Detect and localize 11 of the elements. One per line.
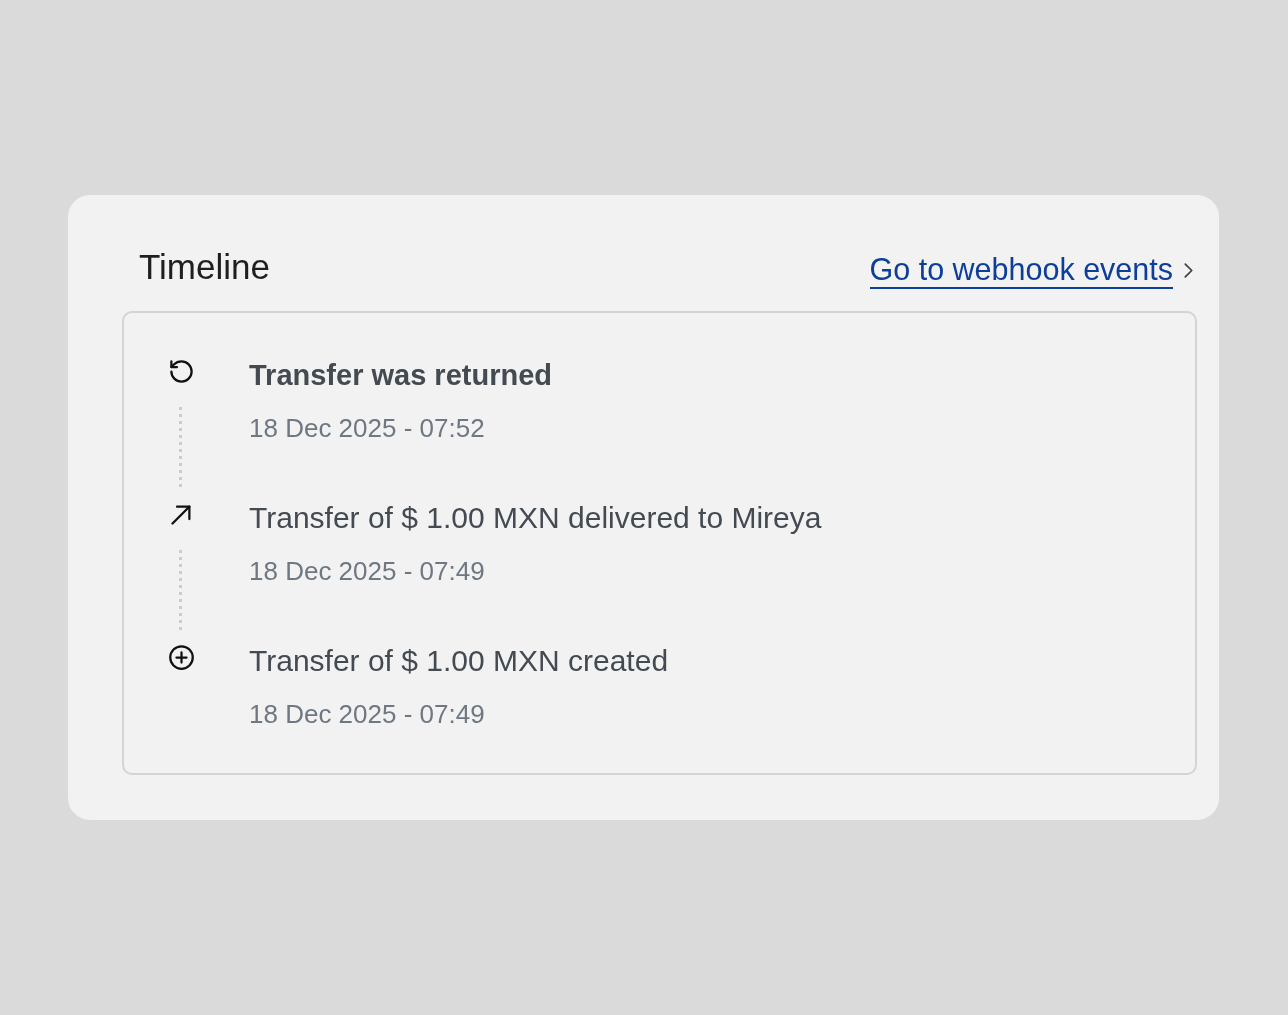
event-title: Transfer of $ 1.00 MXN delivered to Mireya — [249, 500, 822, 536]
event-date: 18 Dec 2025 - 07:52 — [249, 412, 485, 445]
chevron-right-icon[interactable] — [1184, 262, 1193, 278]
event-date: 18 Dec 2025 - 07:49 — [249, 555, 485, 588]
webhook-events-link[interactable]: Go to webhook events — [869, 251, 1193, 289]
event-title: Transfer of $ 1.00 MXN created — [249, 643, 669, 679]
counterclockwise-arrow-icon — [168, 358, 195, 385]
event-date: 18 Dec 2025 - 07:49 — [249, 698, 485, 731]
plus-circle-icon — [168, 644, 195, 671]
card-title: Timeline — [139, 246, 270, 288]
event-title: Transfer was returned — [249, 358, 552, 393]
